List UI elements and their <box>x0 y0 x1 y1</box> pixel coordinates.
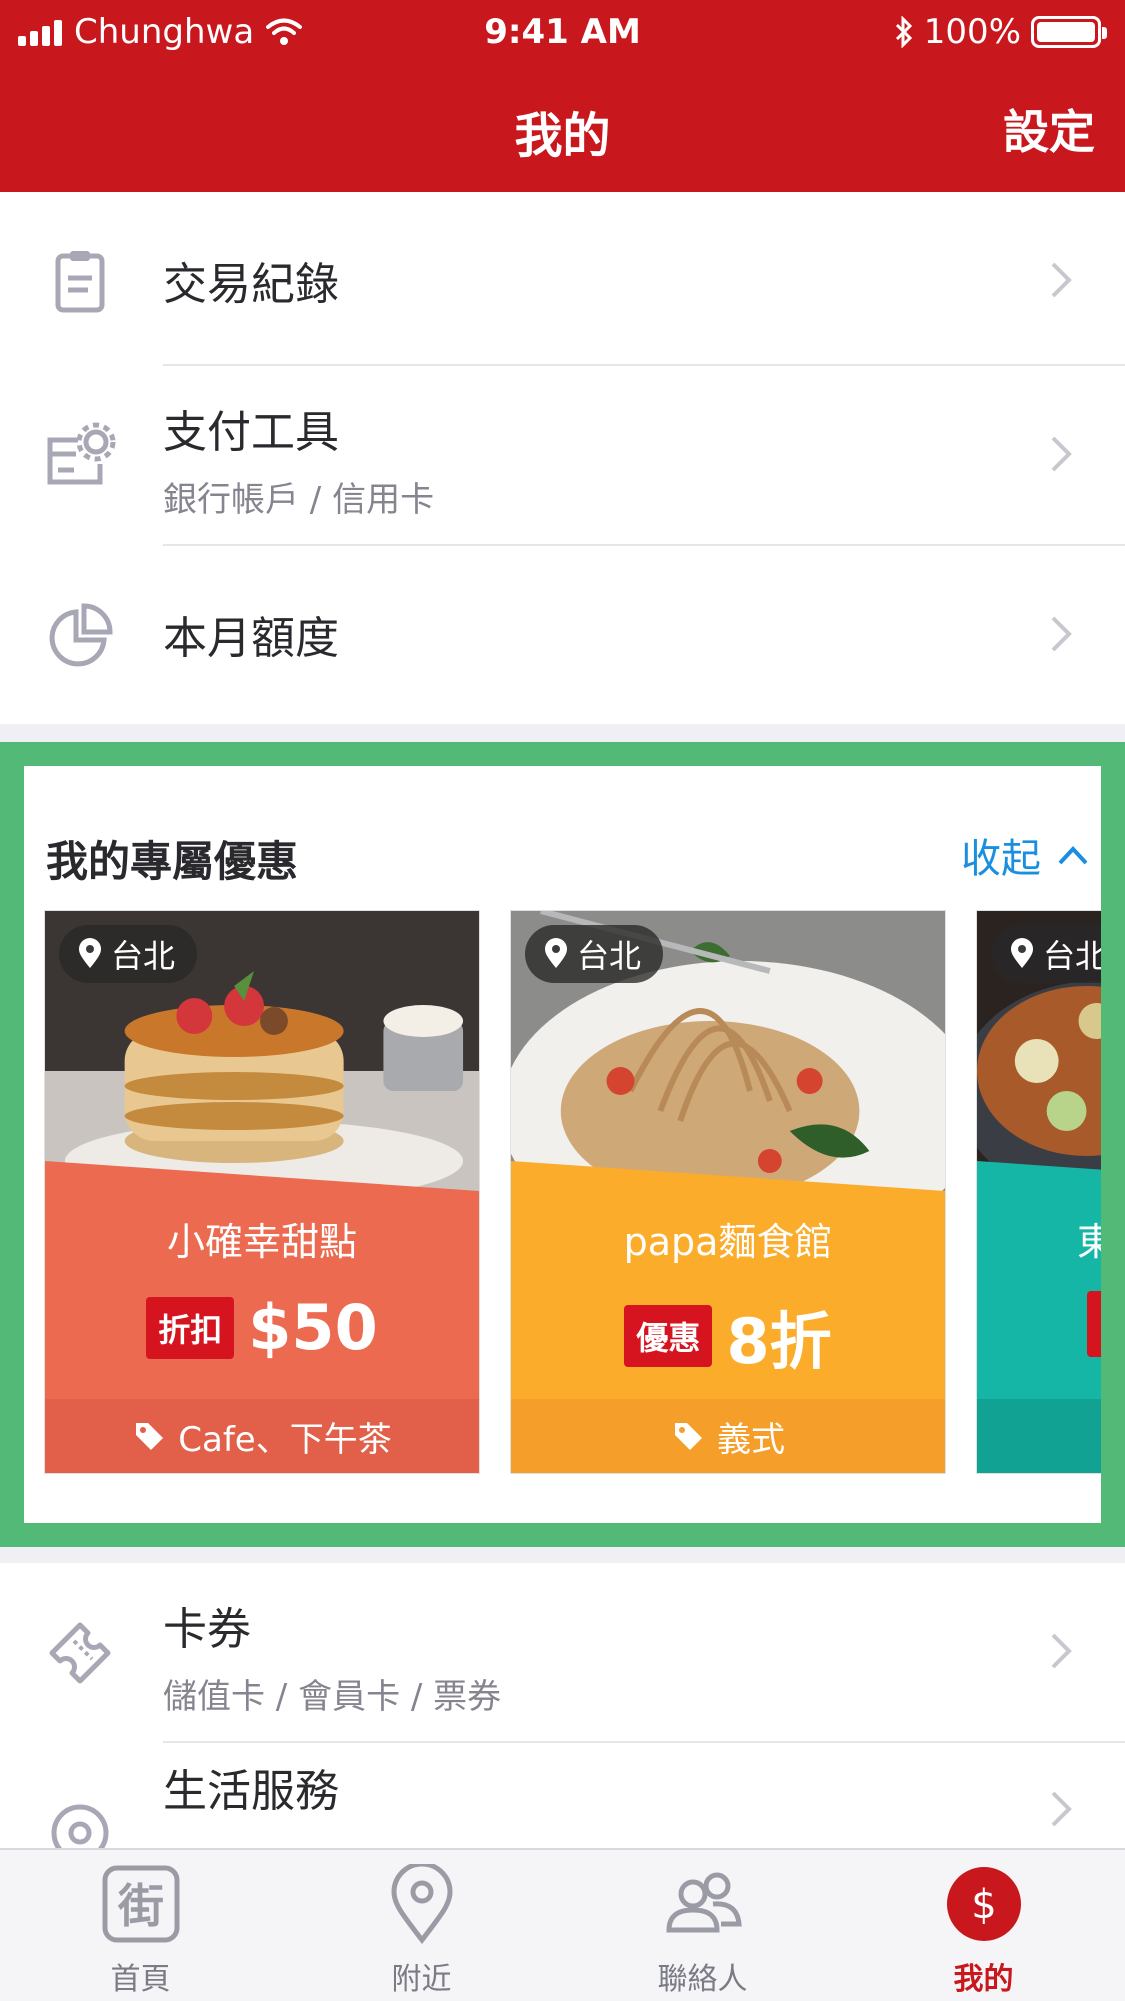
tag-icon <box>675 1423 702 1450</box>
offer-card[interactable]: 台北 papa麵食館 優惠 8折 義式 <box>510 910 946 1474</box>
menu-item-monthly-limit[interactable]: 本月額度 <box>0 546 1125 726</box>
menu-item-sublabel: 銀行帳戶 / 信用卡 <box>163 480 435 520</box>
card-gear-icon <box>47 422 116 485</box>
offers-highlight-frame: 我的專屬優惠 收起 台北 小確幸甜點 折扣 $50 Cafe、下午茶 台北 pa… <box>0 742 1125 1547</box>
category-label: 義式 <box>717 1419 785 1460</box>
offer-card[interactable]: 台北 東 <box>976 910 1101 1474</box>
location-badge: 台北 <box>59 925 198 983</box>
deal-row: 折扣 $50 <box>45 1291 479 1364</box>
deal-value: $50 <box>248 1291 378 1364</box>
tab-label: 附近 <box>391 1962 452 1997</box>
battery-percent: 100% <box>923 12 1021 52</box>
pie-chart-icon <box>49 603 113 667</box>
shop-name: 東 <box>977 1211 1101 1266</box>
dollar-icon: $ <box>946 1867 1021 1941</box>
ticket-icon <box>49 1622 111 1684</box>
status-bar: Chunghwa 9:41 AM 100% <box>0 8 1125 56</box>
deal-type-badge <box>1087 1291 1101 1357</box>
tab-label: 聯絡人 <box>657 1962 748 1997</box>
menu-item-label: 支付工具 <box>163 407 339 458</box>
map-pin-icon <box>545 938 567 968</box>
location-label: 台北 <box>111 937 176 975</box>
location-badge: 台北 <box>525 925 664 983</box>
page-title: 我的 <box>514 108 611 164</box>
shop-name: 小確幸甜點 <box>166 1220 357 1264</box>
menu-item-transactions[interactable]: 交易紀錄 <box>0 192 1125 372</box>
shop-name: papa麵食館 <box>623 1220 833 1264</box>
offer-carousel[interactable]: 台北 小確幸甜點 折扣 $50 Cafe、下午茶 台北 papa麵食館 優惠 8… <box>44 910 1101 1474</box>
tab-label: 首頁 <box>110 1962 171 1997</box>
settings-button[interactable]: 設定 <box>1003 96 1095 162</box>
deal-row: 優惠 8折 <box>511 1291 945 1381</box>
menu-item-cards-tickets[interactable]: 卡券 儲值卡 / 會員卡 / 票券 <box>0 1563 1125 1743</box>
menu-item-label: 本月額度 <box>163 613 339 664</box>
category-bar <box>977 1399 1101 1473</box>
tab-label: 我的 <box>953 1962 1014 1997</box>
map-pin-icon <box>79 938 101 968</box>
tag-icon <box>136 1423 164 1450</box>
deal-type-badge: 折扣 <box>146 1296 235 1359</box>
status-right: 100% <box>894 12 1107 52</box>
bluetooth-icon <box>895 16 912 48</box>
svg-text:街: 街 <box>117 1879 164 1933</box>
location-label: 台北 <box>577 937 642 975</box>
map-pin-icon <box>1011 938 1033 968</box>
account-menu: 交易紀錄 支付工具 銀行帳戶 / 信用卡 本月額度 <box>0 192 1125 724</box>
deal-value: 8折 <box>726 1305 832 1378</box>
menu-item-label: 卡券 <box>163 1604 251 1655</box>
tab-nearby[interactable]: 附近 <box>281 1850 562 2001</box>
top-bar: Chunghwa 9:41 AM 100% 我的 設定 <box>0 0 1125 192</box>
chevron-right-icon <box>1051 616 1072 652</box>
street-icon: 街 <box>102 1865 179 1943</box>
offers-panel: 我的專屬優惠 收起 台北 小確幸甜點 折扣 $50 Cafe、下午茶 台北 pa… <box>24 766 1101 1523</box>
section-gap <box>0 724 1125 742</box>
category-label: Cafe、下午茶 <box>178 1419 392 1460</box>
chevron-right-icon <box>1051 436 1072 472</box>
collapse-label: 收起 <box>961 836 1041 882</box>
tab-me[interactable]: $ 我的 <box>843 1850 1124 2001</box>
location-label: 台北 <box>1043 937 1101 975</box>
chevron-up-icon <box>1058 846 1088 865</box>
menu-item-payment-tools[interactable]: 支付工具 銀行帳戶 / 信用卡 <box>0 366 1125 546</box>
chevron-right-icon <box>1051 1791 1072 1827</box>
location-circle-icon <box>51 1804 109 1848</box>
collapse-button[interactable]: 收起 <box>961 826 1089 884</box>
offers-title: 我的專屬優惠 <box>46 837 299 886</box>
svg-text:$: $ <box>971 1882 996 1928</box>
tab-home[interactable]: 街 首頁 <box>0 1850 281 2001</box>
category-bar: Cafe、下午茶 <box>45 1399 479 1473</box>
map-pin-icon <box>390 1864 453 1944</box>
chevron-right-icon <box>1051 262 1072 298</box>
tab-bar: 街 首頁 附近 聯絡人 $ 我的 <box>0 1848 1125 2001</box>
offer-card[interactable]: 台北 小確幸甜點 折扣 $50 Cafe、下午茶 <box>44 910 480 1474</box>
chevron-right-icon <box>1051 1633 1072 1669</box>
menu-item-sublabel: 儲值卡 / 會員卡 / 票券 <box>163 1677 502 1717</box>
battery-icon <box>1031 16 1107 48</box>
tab-contacts[interactable]: 聯絡人 <box>562 1850 843 2001</box>
category-bar: 義式 <box>511 1399 945 1473</box>
services-menu: 卡券 儲值卡 / 會員卡 / 票券 生活服務 <box>0 1563 1125 1848</box>
menu-item-label: 生活服務 <box>163 1766 339 1817</box>
clipboard-icon <box>55 251 105 313</box>
location-badge: 台北 <box>991 925 1101 983</box>
menu-item-life-services[interactable]: 生活服務 <box>0 1743 1125 1848</box>
deal-row <box>977 1291 1101 1357</box>
section-gap <box>0 1547 1125 1563</box>
menu-item-label: 交易紀錄 <box>163 259 339 310</box>
deal-type-badge: 優惠 <box>624 1305 713 1367</box>
contacts-icon <box>665 1872 742 1933</box>
